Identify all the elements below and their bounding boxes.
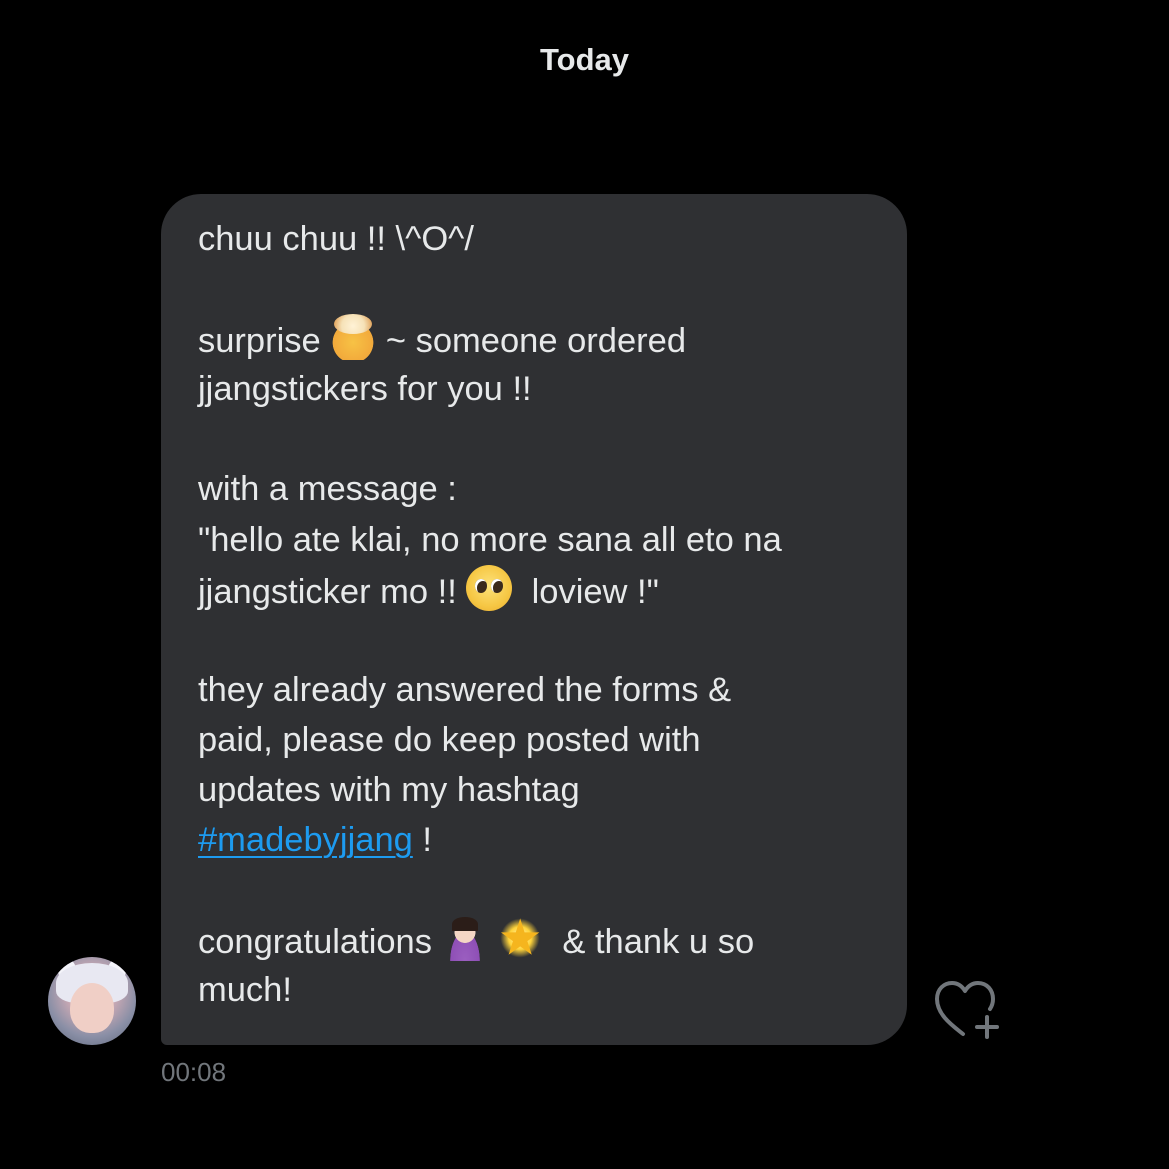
message-text: ~ someone ordered — [376, 322, 687, 361]
message-text: loview !" — [512, 572, 659, 611]
message-text: ! — [412, 821, 432, 860]
message-text: & thank u so — [543, 923, 755, 962]
message-line: they already answered the forms & — [198, 670, 732, 709]
exploding-head-emoji-icon — [330, 314, 377, 361]
heart-plus-icon-svg — [935, 981, 999, 1039]
message-line: #madebyjjang ! — [198, 815, 877, 865]
hashtag-link[interactable]: #madebyjjang — [198, 821, 413, 859]
message-line: jjangsticker mo !! loview !" — [198, 564, 877, 615]
message-line: jjangstickers for you !! — [198, 370, 532, 409]
date-separator: Today — [540, 42, 629, 77]
message-line: paid, please do keep posted with — [198, 720, 701, 759]
glowing-star-emoji-icon — [497, 915, 544, 962]
sender-avatar[interactable] — [48, 957, 136, 1045]
message-text: congratulations — [198, 923, 442, 962]
message-bubble[interactable]: chuu chuu !! \^O^/ surprise ~ someone or… — [161, 194, 907, 1045]
message-line: surprise ~ someone ordered — [198, 314, 877, 364]
person-gesturing-ok-emoji-icon — [441, 915, 488, 962]
message-timestamp: 00:08 — [161, 1057, 227, 1087]
message-line: much! — [198, 971, 292, 1010]
message-line: updates with my hashtag — [198, 771, 580, 810]
message-line: congratulations & thank u so — [198, 915, 877, 965]
message-line: chuu chuu !! \^O^/ — [198, 220, 474, 258]
message-text: surprise — [198, 322, 331, 361]
message-line: "hello ate klai, no more sana all eto na — [198, 520, 782, 559]
heart-plus-icon[interactable] — [931, 977, 1007, 1043]
message-text: jjangsticker mo !! — [198, 572, 467, 611]
pleading-face-emoji-icon — [466, 564, 513, 611]
message-line: with a message : — [198, 470, 457, 509]
avatar-face — [70, 983, 114, 1033]
